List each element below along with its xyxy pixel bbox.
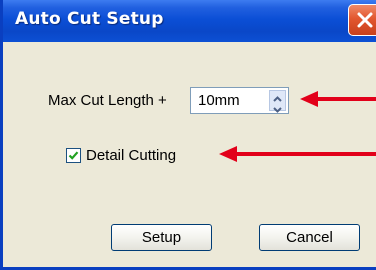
chevron-down-icon: [273, 107, 282, 113]
spin-buttons: [269, 90, 286, 113]
annotation-arrow-icon: [219, 146, 376, 162]
dialog-body: Max Cut Length + 10mm Detail Cutting Set…: [3, 42, 376, 267]
detail-cutting-label[interactable]: Detail Cutting: [86, 147, 176, 164]
max-cut-length-value[interactable]: 10mm: [198, 92, 240, 109]
close-icon: [357, 12, 373, 28]
spin-down-button[interactable]: [270, 101, 285, 113]
cancel-button[interactable]: Cancel: [259, 224, 360, 251]
auto-cut-setup-dialog: Auto Cut Setup Max Cut Length + 10mm Det…: [0, 0, 376, 270]
max-cut-length-spinbox[interactable]: 10mm: [190, 87, 289, 114]
detail-cutting-checkbox[interactable]: [66, 148, 81, 163]
spin-up-button[interactable]: [270, 91, 285, 102]
max-cut-length-label: Max Cut Length +: [48, 92, 167, 109]
title-bar[interactable]: Auto Cut Setup: [3, 0, 376, 42]
checkmark-icon: [68, 151, 79, 160]
annotation-arrow-icon: [300, 91, 376, 107]
setup-button[interactable]: Setup: [111, 224, 212, 251]
dialog-title: Auto Cut Setup: [15, 9, 164, 29]
close-button[interactable]: [348, 4, 376, 36]
